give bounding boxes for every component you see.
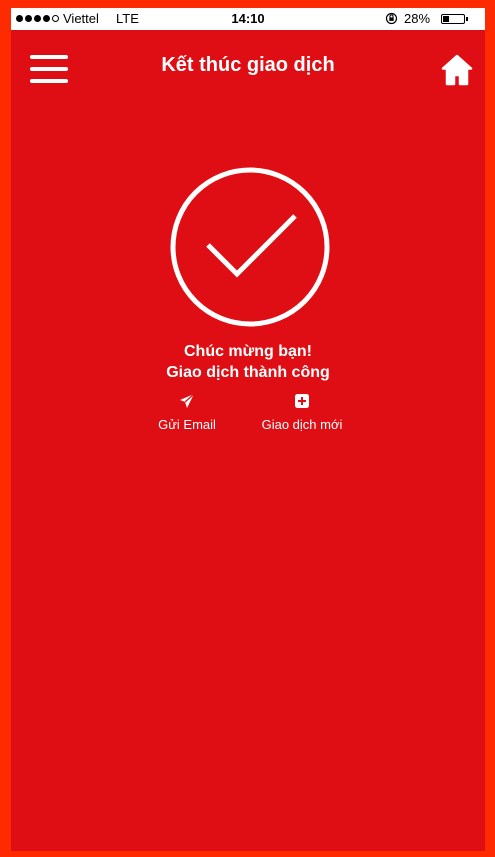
plus-square-icon: [295, 394, 309, 408]
send-email-button[interactable]: Gửi Email: [139, 393, 235, 432]
success-heading: Chúc mừng bạn!: [183, 343, 313, 360]
page-title: Kết thúc giao dịch: [161, 54, 335, 76]
new-transaction-button[interactable]: Giao dịch mới: [249, 393, 355, 432]
battery-tip: [466, 17, 468, 21]
send-email-label: Gửi Email: [158, 417, 216, 432]
new-transaction-label: Giao dịch mới: [261, 417, 343, 432]
app-screen: Viettel LTE 14:10 28% Kết thúc giao dịch…: [11, 8, 485, 851]
battery-icon: [441, 14, 465, 24]
app-header: Kết thúc giao dịch: [11, 30, 485, 100]
home-icon[interactable]: [440, 54, 474, 86]
battery-level: [443, 16, 449, 22]
checkmark-circle-icon: [170, 167, 330, 327]
status-bar: Viettel LTE 14:10 28%: [11, 8, 485, 30]
rotation-lock-icon: [385, 12, 398, 25]
paper-plane-icon: [180, 393, 195, 408]
success-message: Giao dịch thành công: [166, 364, 330, 381]
battery-percent: 28%: [404, 11, 431, 26]
